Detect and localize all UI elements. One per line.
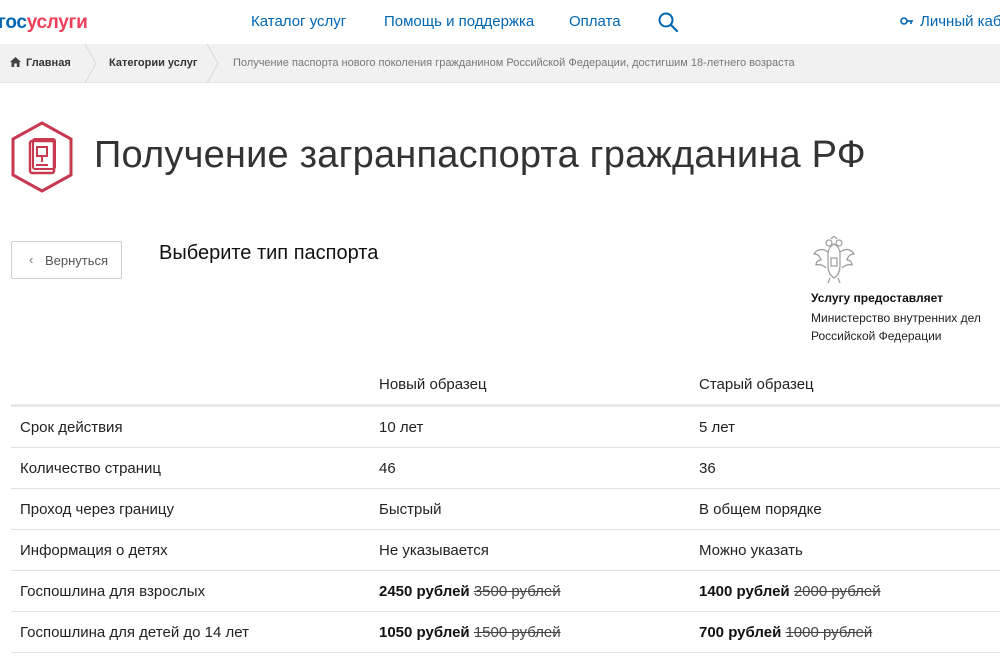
table-row: Количество страниц 46 36 xyxy=(11,448,1000,489)
fee-previous: 1000 рублей xyxy=(785,624,873,641)
top-header: госуслуги Каталог услуг Помощь и поддерж… xyxy=(0,0,1000,44)
cell-old: 36 xyxy=(699,460,716,477)
fee-current: 2450 рублей xyxy=(379,583,470,600)
cell-new-fee: 2450 рублей 3500 рублей xyxy=(379,583,561,600)
key-icon xyxy=(900,17,913,25)
table-row: Госпошлина для взрослых 2450 рублей 3500… xyxy=(11,571,1000,612)
table-row: Проход через границу Быстрый В общем пор… xyxy=(11,489,1000,530)
coat-of-arms-icon xyxy=(812,236,856,284)
breadcrumb-separator xyxy=(206,44,219,83)
fee-current: 1050 рублей xyxy=(379,624,470,641)
row-label: Проход через границу xyxy=(20,501,175,518)
nav-payment-link[interactable]: Оплата xyxy=(569,13,621,30)
personal-account-link[interactable]: Личный каби xyxy=(900,13,1000,30)
cell-old: 5 лет xyxy=(699,419,735,436)
row-label: Госпошлина для взрослых xyxy=(20,583,206,600)
cell-old: Можно указать xyxy=(699,542,803,559)
cell-new: 46 xyxy=(379,460,396,477)
nav-help-link[interactable]: Помощь и поддержка xyxy=(384,13,534,30)
cell-old: В общем порядке xyxy=(699,501,822,518)
fee-previous: 1500 рублей xyxy=(473,624,561,641)
back-button-label: Вернуться xyxy=(45,253,109,268)
breadcrumb-current: Получение паспорта нового поколения граж… xyxy=(233,57,795,69)
logo-part-gos: гос xyxy=(0,12,27,33)
cell-old-fee: 700 рублей 1000 рублей xyxy=(699,624,872,641)
breadcrumb-home-label: Главная xyxy=(26,57,71,69)
row-label: Количество страниц xyxy=(20,460,162,477)
table-row: Госпошлина для детей до 14 лет 1050 рубл… xyxy=(11,612,1000,653)
table-row: Срок действия 10 лет 5 лет xyxy=(11,407,1000,448)
fee-current: 700 рублей xyxy=(699,624,782,641)
cell-new-fee: 1050 рублей 1500 рублей xyxy=(379,624,561,641)
cell-new: Быстрый xyxy=(379,501,442,518)
search-icon[interactable] xyxy=(657,11,679,33)
logo-part-uslugi: услуги xyxy=(26,12,88,33)
personal-account-label: Личный каби xyxy=(920,13,1000,30)
chevron-left-icon: ‹ xyxy=(29,252,34,267)
cell-new: 10 лет xyxy=(379,419,424,436)
breadcrumb: Главная Категории услуг Получение паспор… xyxy=(0,44,1000,83)
breadcrumb-home[interactable]: Главная xyxy=(10,57,71,69)
gosuslugi-logo[interactable]: госуслуги xyxy=(0,12,88,34)
section-subtitle: Выберите тип паспорта xyxy=(159,242,379,264)
column-header-old: Старый образец xyxy=(699,376,814,393)
fee-previous: 2000 рублей xyxy=(793,583,881,600)
breadcrumb-categories[interactable]: Категории услуг xyxy=(109,57,197,69)
fee-previous: 3500 рублей xyxy=(473,583,561,600)
back-button[interactable]: ‹ Вернуться xyxy=(11,241,122,279)
row-label: Срок действия xyxy=(20,419,123,436)
row-label: Информация о детях xyxy=(20,542,168,559)
passport-service-icon xyxy=(11,121,73,193)
provider-label: Услугу предоставляет xyxy=(811,291,944,305)
page-title: Получение загранпаспорта гражданина РФ xyxy=(94,134,866,176)
nav-catalog-link[interactable]: Каталог услуг xyxy=(251,13,346,30)
fee-current: 1400 рублей xyxy=(699,583,790,600)
cell-new: Не указывается xyxy=(379,542,489,559)
row-label: Госпошлина для детей до 14 лет xyxy=(20,624,249,641)
table-row: Информация о детях Не указывается Можно … xyxy=(11,530,1000,571)
home-icon xyxy=(10,57,21,67)
breadcrumb-separator xyxy=(84,44,97,83)
provider-name: Министерство внутренних дел Российской Ф… xyxy=(811,311,981,343)
column-header-new: Новый образец xyxy=(379,376,487,393)
cell-old-fee: 1400 рублей 2000 рублей xyxy=(699,583,881,600)
